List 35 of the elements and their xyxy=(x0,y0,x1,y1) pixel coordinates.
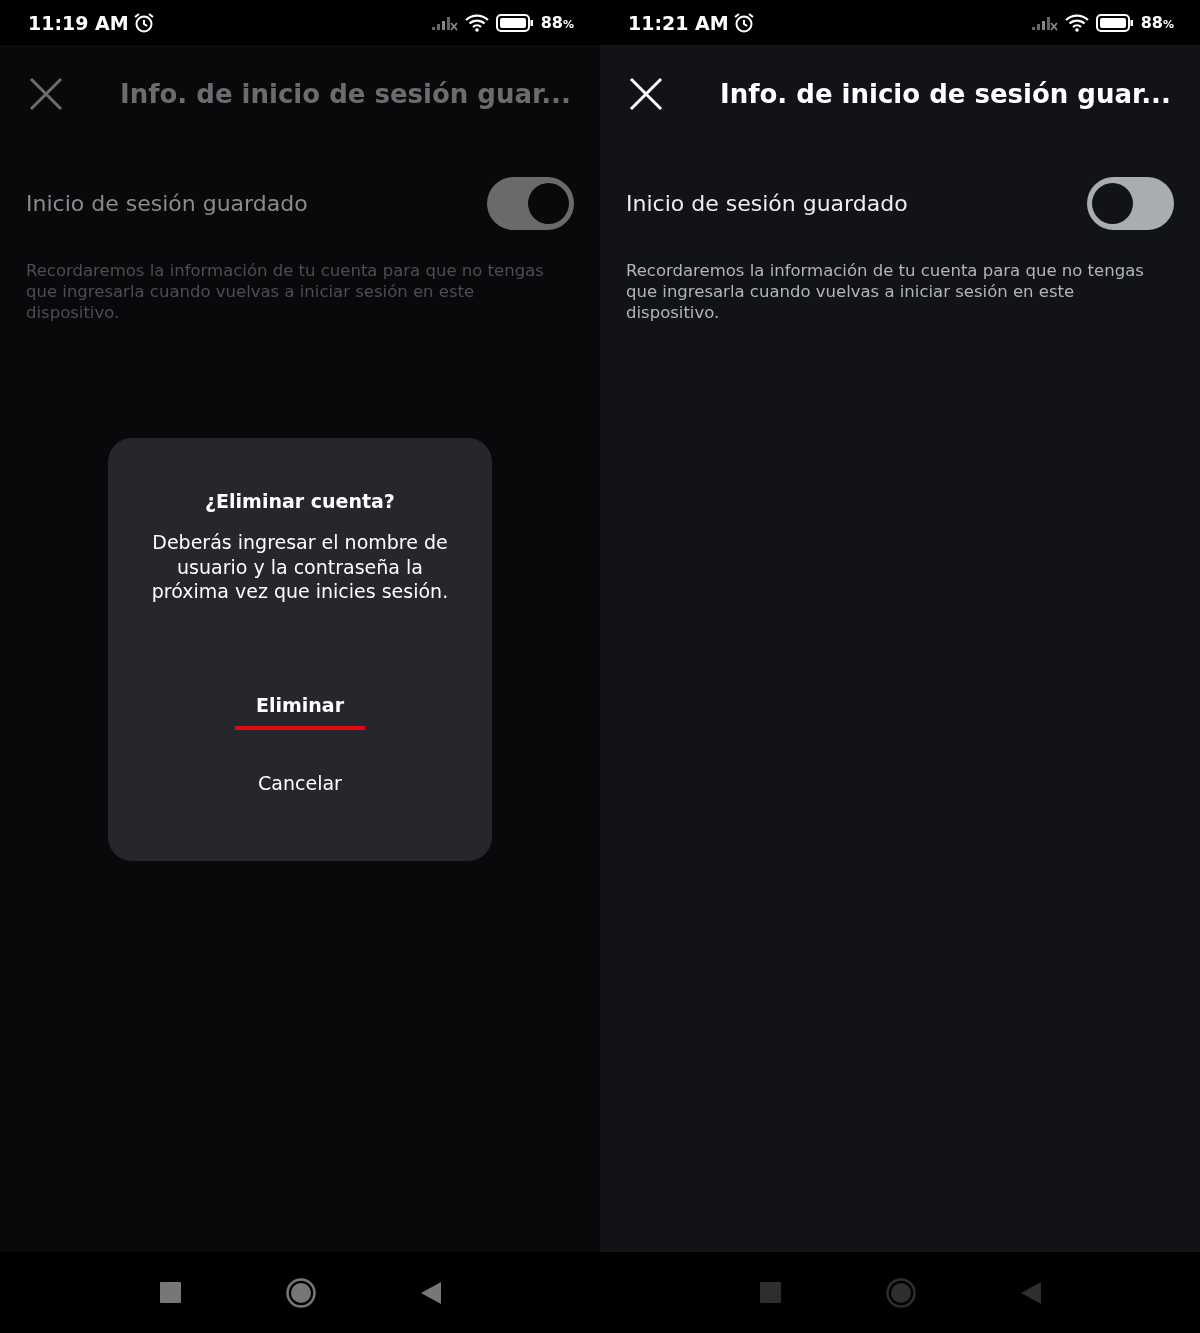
square-icon xyxy=(759,1282,781,1303)
signal-icon xyxy=(1031,14,1058,31)
status-time: 11:21 AM xyxy=(628,11,729,34)
setting-description: Recordaremos la información de tu cuenta para que no tengas que ingresarla cuando vuelvas a iniciar sesión en este dispositivo. xyxy=(626,260,1145,323)
battery-percent: 88% xyxy=(1140,13,1174,32)
dialog-message: Deberás ingresar el nombre de usuario y la contraseña la próxima vez que inicies sesión. xyxy=(150,530,450,604)
battery-icon xyxy=(495,13,534,32)
wifi-icon xyxy=(1064,13,1089,32)
home-button[interactable] xyxy=(285,1277,316,1308)
setting-label: Inicio de sesión guardado xyxy=(626,191,908,216)
dialog-title: ¿Eliminar cuenta? xyxy=(205,490,395,512)
dialog-button[interactable]: Cancelar xyxy=(235,765,365,808)
battery-icon xyxy=(1095,13,1134,32)
dialog-button[interactable]: Eliminar xyxy=(235,687,365,730)
alarm-icon xyxy=(132,11,155,34)
toggle-switch[interactable] xyxy=(1087,177,1174,230)
close-icon xyxy=(29,77,63,111)
back-icon xyxy=(420,1281,441,1304)
close-icon xyxy=(629,77,663,111)
alarm-icon xyxy=(732,11,755,34)
page-title: Info. de inicio de sesión guar... xyxy=(120,79,571,109)
back-button[interactable] xyxy=(420,1281,441,1304)
setting-label: Inicio de sesión guardado xyxy=(26,191,308,216)
wifi-icon xyxy=(464,13,489,32)
recents-button[interactable] xyxy=(159,1282,181,1303)
battery-percent: 88% xyxy=(540,13,574,32)
home-icon xyxy=(285,1277,316,1308)
home-icon xyxy=(885,1277,916,1308)
setting-description: Recordaremos la información de tu cuenta para que no tengas que ingresarla cuando vuelvas a iniciar sesión en este dispositivo. xyxy=(26,260,545,323)
toggle-switch[interactable] xyxy=(487,177,574,230)
signal-icon xyxy=(431,14,458,31)
back-icon xyxy=(1020,1281,1041,1304)
square-icon xyxy=(159,1282,181,1303)
status-time: 11:19 AM xyxy=(28,11,129,34)
page-title: Info. de inicio de sesión guar... xyxy=(720,79,1171,109)
